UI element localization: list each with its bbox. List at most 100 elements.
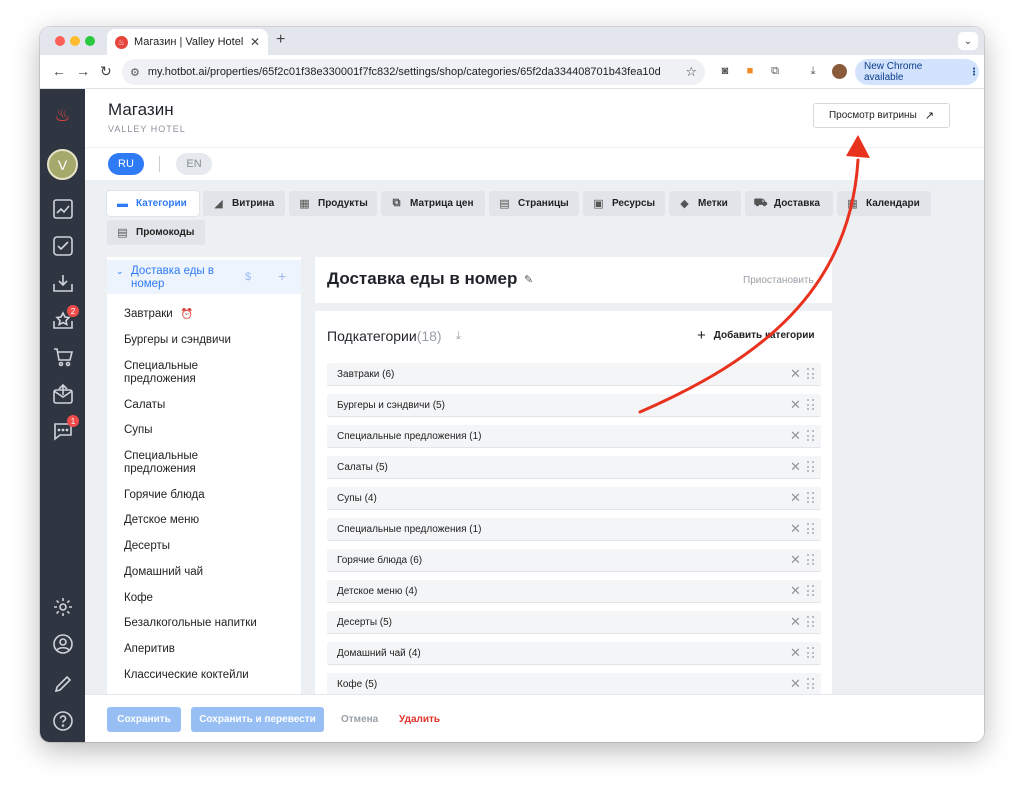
settings-gear-icon[interactable]	[40, 592, 85, 622]
language-ru-button[interactable]: RU	[108, 153, 144, 175]
download-icon[interactable]: ⤓	[456, 330, 461, 343]
view-storefront-button[interactable]: Просмотр витрины ↗	[813, 103, 950, 128]
drag-handle-icon[interactable]	[807, 368, 815, 380]
new-tab-icon[interactable]: +	[276, 31, 285, 49]
subcategory-row[interactable]: Салаты (5) ✕	[327, 456, 821, 479]
category-tree-item[interactable]: Завтраки ⏰	[124, 308, 284, 321]
cancel-link[interactable]: Отмена	[341, 714, 378, 725]
tab-promocodes[interactable]: ▤ Промокоды	[107, 220, 205, 245]
drag-handle-icon[interactable]	[807, 585, 815, 597]
remove-x-icon[interactable]: ✕	[790, 366, 801, 382]
subcategory-row[interactable]: Завтраки (6) ✕	[327, 363, 821, 386]
drag-handle-icon[interactable]	[807, 616, 815, 628]
add-categories-button[interactable]: + Добавить категории	[697, 327, 815, 344]
property-avatar[interactable]: V	[47, 149, 78, 180]
drag-handle-icon[interactable]	[807, 492, 815, 504]
category-tree-item[interactable]: Супы	[124, 424, 284, 437]
analytics-icon[interactable]	[40, 194, 85, 224]
drag-handle-icon[interactable]	[807, 523, 815, 535]
chrome-menu-icon[interactable]: ⋮	[969, 67, 979, 78]
category-tree-item[interactable]: Салаты	[124, 399, 284, 412]
category-tree-item[interactable]: Десерты	[124, 540, 284, 553]
drag-handle-icon[interactable]	[807, 461, 815, 473]
drag-handle-icon[interactable]	[807, 647, 815, 659]
subcategory-row[interactable]: Десерты (5) ✕	[327, 611, 821, 634]
remove-x-icon[interactable]: ✕	[790, 552, 801, 568]
remove-x-icon[interactable]: ✕	[790, 459, 801, 475]
subcategory-row[interactable]: Кофе (5) ✕	[327, 673, 821, 694]
remove-x-icon[interactable]: ✕	[790, 397, 801, 413]
price-dollar-icon[interactable]: $	[245, 271, 251, 283]
bookmark-star-icon[interactable]: ☆	[685, 64, 697, 80]
edit-pencil-icon[interactable]	[40, 669, 85, 699]
category-tree-item[interactable]: Специальные предложения	[124, 450, 224, 476]
forward-icon[interactable]: →	[76, 63, 90, 79]
minimize-window-button[interactable]	[70, 36, 80, 46]
drag-handle-icon[interactable]	[807, 430, 815, 442]
back-icon[interactable]: ←	[52, 63, 66, 79]
drag-handle-icon[interactable]	[807, 554, 815, 566]
inbox-download-icon[interactable]	[40, 268, 85, 298]
extensions-puzzle-icon[interactable]: ⧉	[768, 64, 782, 78]
subcategory-row[interactable]: Домашний чай (4) ✕	[327, 642, 821, 665]
site-info-icon[interactable]: ⚙	[130, 66, 140, 79]
address-bar[interactable]: ⚙ my.hotbot.ai/properties/65f2c01f38e330…	[122, 59, 705, 85]
pause-link[interactable]: Приостановить	[743, 275, 814, 286]
category-tree-item[interactable]: Кофе	[124, 592, 284, 605]
tasks-check-icon[interactable]	[40, 231, 85, 261]
save-and-translate-button[interactable]: Сохранить и перевести	[191, 707, 324, 732]
browser-tab[interactable]: ♨ Магазин | Valley Hotel | Hotbot ✕	[107, 29, 268, 55]
tab-search-icon[interactable]: ⌄	[958, 32, 978, 50]
tab-delivery[interactable]: ⛟ Доставка	[745, 191, 833, 216]
tab-calendars[interactable]: ▦ Календари	[837, 191, 931, 216]
user-profile-icon[interactable]	[40, 629, 85, 659]
subcategory-row[interactable]: Супы (4) ✕	[327, 487, 821, 510]
remove-x-icon[interactable]: ✕	[790, 490, 801, 506]
chevron-down-icon[interactable]: ⌄	[116, 266, 124, 277]
hotbot-logo-icon[interactable]: ♨	[40, 100, 85, 130]
profile-avatar[interactable]	[832, 64, 847, 79]
subcategory-row[interactable]: Специальные предложения (1) ✕	[327, 518, 821, 541]
remove-x-icon[interactable]: ✕	[790, 614, 801, 630]
category-tree-item[interactable]: Бургеры и сэндвичи	[124, 334, 284, 347]
category-tree-item[interactable]: Безалкогольные напитки	[124, 617, 284, 630]
save-button[interactable]: Сохранить	[107, 707, 181, 732]
tab-pages[interactable]: ▤ Страницы	[489, 191, 579, 216]
cart-icon[interactable]	[40, 342, 85, 372]
extension-orange-icon[interactable]: ■	[743, 64, 757, 78]
remove-x-icon[interactable]: ✕	[790, 583, 801, 599]
camera-icon[interactable]: ◙	[718, 64, 732, 78]
category-tree-item[interactable]: Детское меню	[124, 514, 284, 527]
remove-x-icon[interactable]: ✕	[790, 428, 801, 444]
tab-resources[interactable]: ▣ Ресурсы	[583, 191, 665, 216]
category-tree-item[interactable]: Горячие блюда	[124, 489, 284, 502]
tab-categories[interactable]: ▬ Категории	[107, 191, 199, 216]
tab-showcase[interactable]: ◢ Витрина	[203, 191, 285, 216]
category-tree-item[interactable]: Классические коктейли	[124, 669, 284, 682]
language-en-button[interactable]: EN	[176, 153, 212, 175]
category-root-item[interactable]: ⌄ Доставка еды в номер $ +	[107, 260, 301, 294]
subcategory-row[interactable]: Бургеры и сэндвичи (5) ✕	[327, 394, 821, 417]
tab-price-matrix[interactable]: ⧉ Матрица цен	[381, 191, 485, 216]
remove-x-icon[interactable]: ✕	[790, 521, 801, 537]
category-tree-item[interactable]: Специальные предложения	[124, 360, 224, 386]
download-icon[interactable]: ⤓	[806, 64, 820, 78]
tab-products[interactable]: ▦ Продукты	[289, 191, 377, 216]
edit-pencil-icon[interactable]: ✎	[524, 273, 533, 286]
subcategory-row[interactable]: Детское меню (4) ✕	[327, 580, 821, 603]
delete-link[interactable]: Удалить	[399, 714, 440, 725]
subcategory-row[interactable]: Специальные предложения (1) ✕	[327, 425, 821, 448]
reload-icon[interactable]: ↻	[100, 63, 112, 80]
remove-x-icon[interactable]: ✕	[790, 645, 801, 661]
remove-x-icon[interactable]: ✕	[790, 676, 801, 692]
mail-upload-icon[interactable]	[40, 379, 85, 409]
add-subcategory-icon[interactable]: +	[278, 268, 286, 284]
tab-tags[interactable]: ◆ Метки	[669, 191, 741, 216]
chrome-update-button[interactable]: New Chrome available ⋮	[855, 59, 979, 85]
drag-handle-icon[interactable]	[807, 678, 815, 690]
drag-handle-icon[interactable]	[807, 399, 815, 411]
close-tab-icon[interactable]: ✕	[250, 35, 260, 49]
close-window-button[interactable]	[55, 36, 65, 46]
zoom-window-button[interactable]	[85, 36, 95, 46]
category-tree-item[interactable]: Аперитив	[124, 643, 284, 656]
